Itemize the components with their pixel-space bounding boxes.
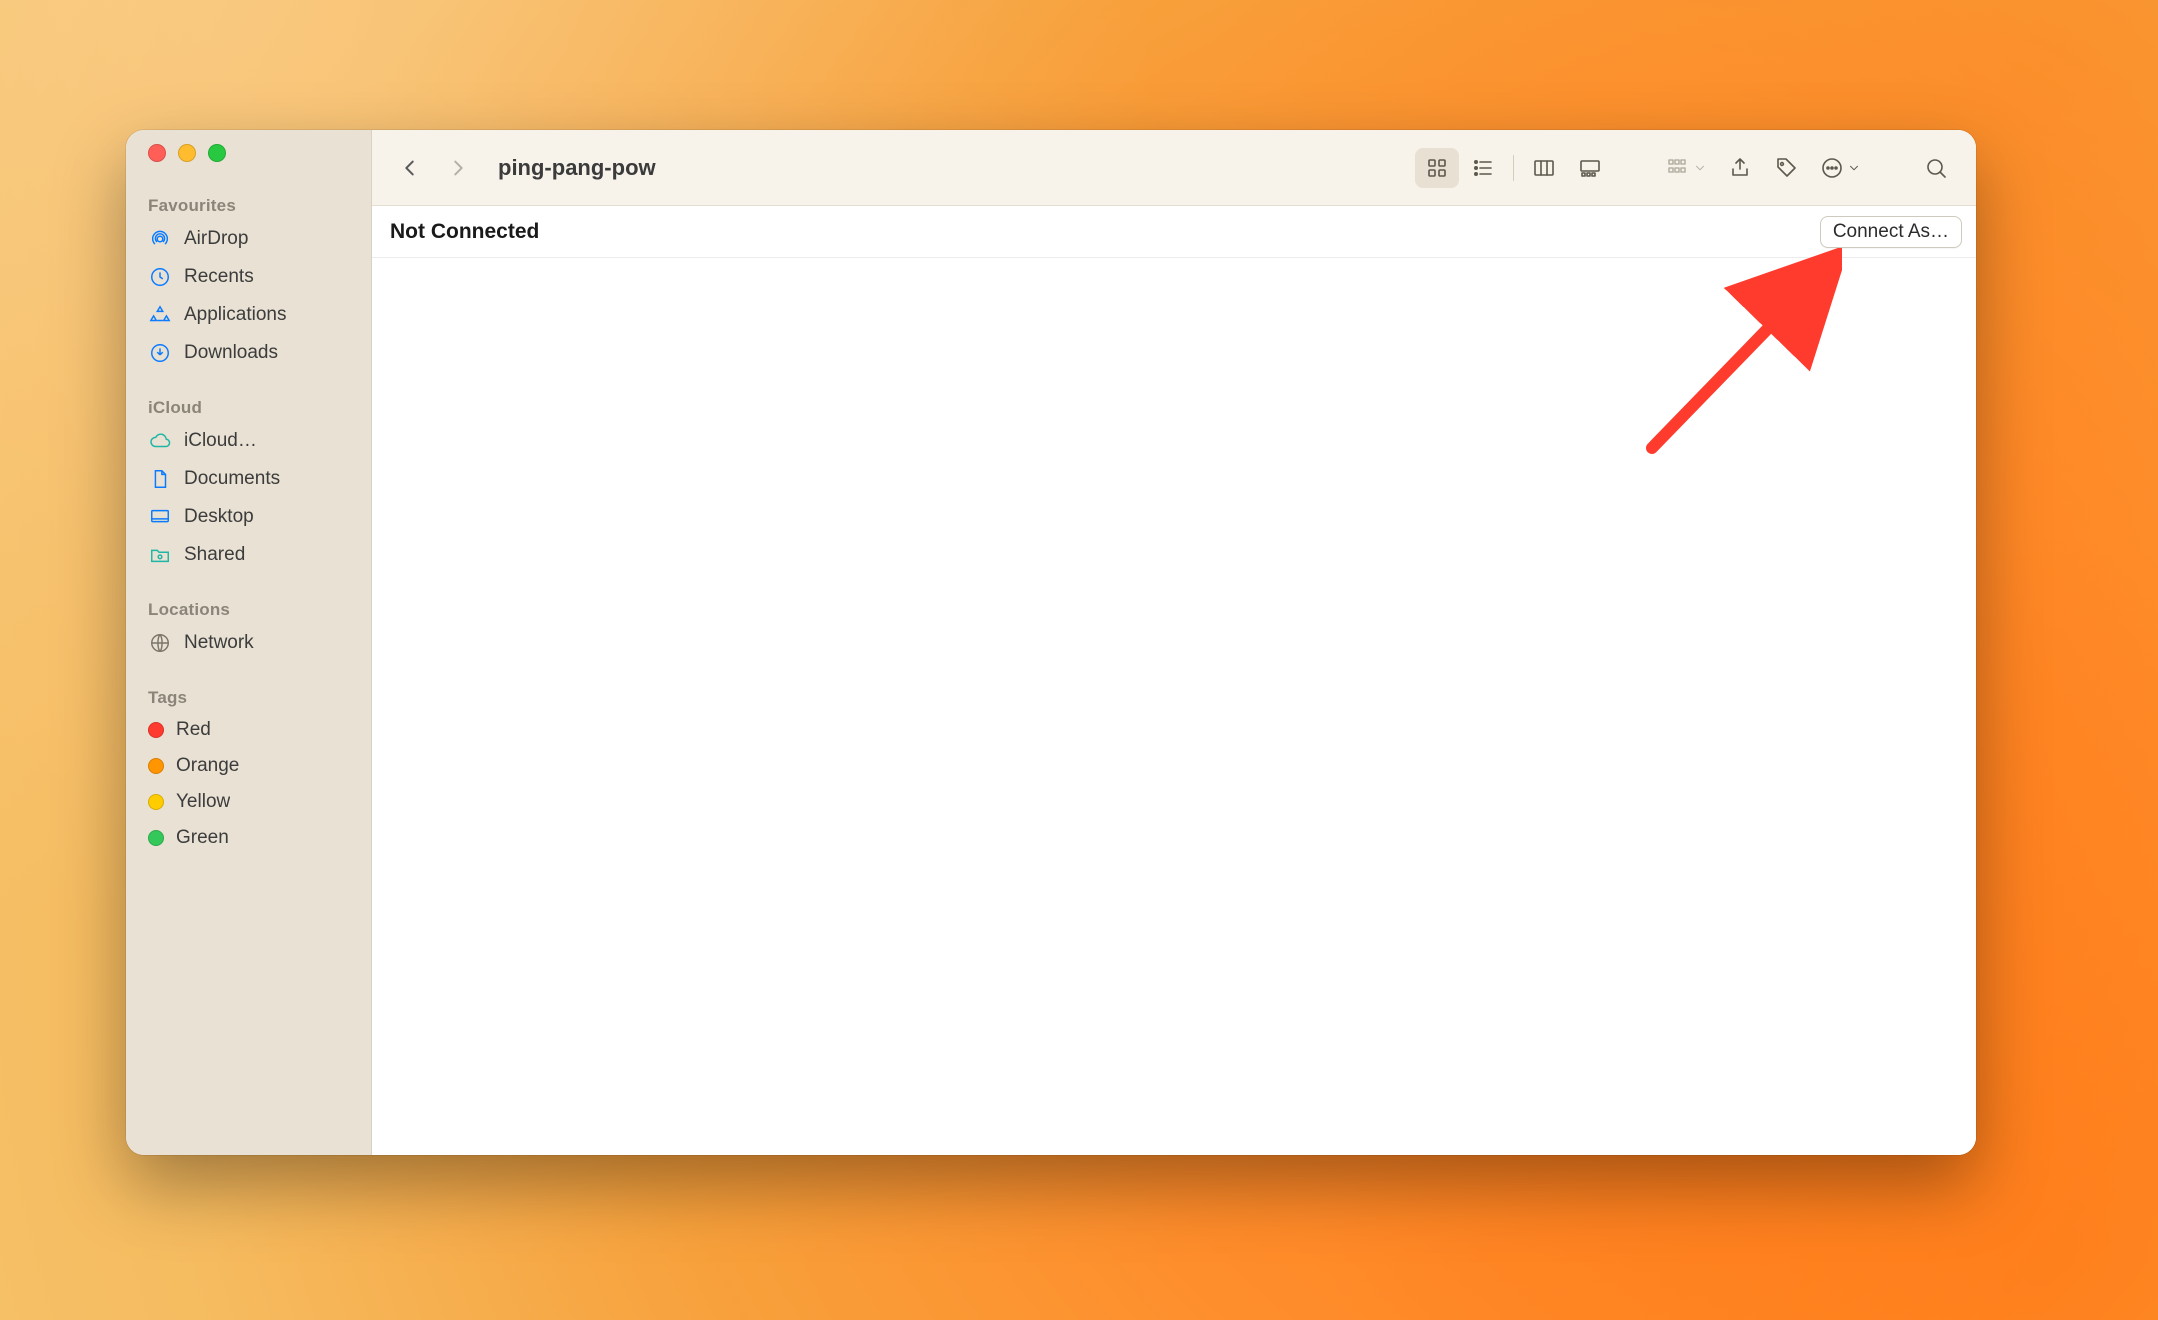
sidebar-item-label: Shared: [184, 544, 245, 566]
content-area: [372, 258, 1976, 1155]
minimize-window-button[interactable]: [178, 144, 196, 162]
sidebar: Favourites AirDrop Recents Applications …: [126, 130, 372, 1155]
sidebar-header-icloud: iCloud: [126, 390, 371, 422]
sidebar-item-network[interactable]: Network: [126, 624, 371, 662]
cloud-icon: [148, 429, 172, 453]
sidebar-item-label: Recents: [184, 266, 254, 288]
sidebar-item-downloads[interactable]: Downloads: [126, 334, 371, 372]
sidebar-item-label: Network: [184, 632, 254, 654]
group-icon: [1665, 156, 1691, 180]
sidebar-item-label: Applications: [184, 304, 286, 326]
tag-dot-icon: [148, 794, 164, 810]
tags-button[interactable]: [1764, 148, 1808, 188]
sidebar-item-label: Documents: [184, 468, 280, 490]
columns-icon: [1531, 156, 1557, 180]
tag-dot-icon: [148, 758, 164, 774]
applications-icon: [148, 303, 172, 327]
sidebar-tag-red[interactable]: Red: [126, 712, 371, 748]
window-controls: [126, 144, 371, 162]
sidebar-item-label: Desktop: [184, 506, 254, 528]
list-icon: [1470, 156, 1496, 180]
search-button[interactable]: [1914, 148, 1958, 188]
connect-as-button[interactable]: Connect As…: [1820, 216, 1962, 248]
sidebar-item-desktop[interactable]: Desktop: [126, 498, 371, 536]
sidebar-item-label: Orange: [176, 755, 239, 777]
group-by-button[interactable]: [1656, 148, 1716, 188]
ellipsis-circle-icon: [1819, 156, 1845, 180]
chevron-right-icon: [447, 157, 469, 179]
sidebar-item-icloud-drive[interactable]: iCloud…: [126, 422, 371, 460]
sidebar-item-label: Green: [176, 827, 229, 849]
tag-dot-icon: [148, 722, 164, 738]
toolbar: ping-pang-pow: [372, 130, 1976, 206]
nav-forward-button[interactable]: [438, 148, 478, 188]
close-window-button[interactable]: [148, 144, 166, 162]
desktop-icon: [148, 505, 172, 529]
tag-dot-icon: [148, 830, 164, 846]
sidebar-item-label: Downloads: [184, 342, 278, 364]
grid-icon: [1424, 156, 1450, 180]
view-mode-group: [1415, 148, 1612, 188]
sidebar-item-applications[interactable]: Applications: [126, 296, 371, 334]
window-title: ping-pang-pow: [498, 155, 656, 181]
share-button[interactable]: [1718, 148, 1762, 188]
sidebar-header-locations: Locations: [126, 592, 371, 624]
sidebar-header-favourites: Favourites: [126, 188, 371, 220]
download-icon: [148, 341, 172, 365]
finder-window: Favourites AirDrop Recents Applications …: [126, 130, 1976, 1155]
sidebar-item-shared[interactable]: Shared: [126, 536, 371, 574]
sidebar-item-airdrop[interactable]: AirDrop: [126, 220, 371, 258]
share-icon: [1727, 156, 1753, 180]
view-list-button[interactable]: [1461, 148, 1505, 188]
sidebar-item-recents[interactable]: Recents: [126, 258, 371, 296]
sidebar-tag-green[interactable]: Green: [126, 820, 371, 856]
sidebar-item-documents[interactable]: Documents: [126, 460, 371, 498]
view-icons-button[interactable]: [1415, 148, 1459, 188]
globe-icon: [148, 631, 172, 655]
nav-back-button[interactable]: [390, 148, 430, 188]
sidebar-header-tags: Tags: [126, 680, 371, 712]
sidebar-item-label: AirDrop: [184, 228, 248, 250]
main-pane: ping-pang-pow: [372, 130, 1976, 1155]
chevron-left-icon: [399, 157, 421, 179]
shared-folder-icon: [148, 543, 172, 567]
separator: [1513, 155, 1514, 181]
tag-icon: [1773, 156, 1799, 180]
chevron-down-icon: [1693, 161, 1707, 175]
sidebar-tag-orange[interactable]: Orange: [126, 748, 371, 784]
toolbar-actions-group: [1656, 148, 1870, 188]
annotation-arrow: [1622, 248, 1842, 473]
gallery-icon: [1577, 156, 1603, 180]
chevron-down-icon: [1847, 161, 1861, 175]
airdrop-icon: [148, 227, 172, 251]
clock-icon: [148, 265, 172, 289]
connection-status-bar: Not Connected Connect As…: [372, 206, 1976, 258]
action-menu-button[interactable]: [1810, 148, 1870, 188]
document-icon: [148, 467, 172, 491]
sidebar-item-label: Yellow: [176, 791, 230, 813]
sidebar-item-label: iCloud…: [184, 430, 257, 452]
view-columns-button[interactable]: [1522, 148, 1566, 188]
view-gallery-button[interactable]: [1568, 148, 1612, 188]
sidebar-item-label: Red: [176, 719, 211, 741]
connection-status-text: Not Connected: [390, 220, 539, 244]
sidebar-tag-yellow[interactable]: Yellow: [126, 784, 371, 820]
search-icon: [1923, 156, 1949, 180]
zoom-window-button[interactable]: [208, 144, 226, 162]
